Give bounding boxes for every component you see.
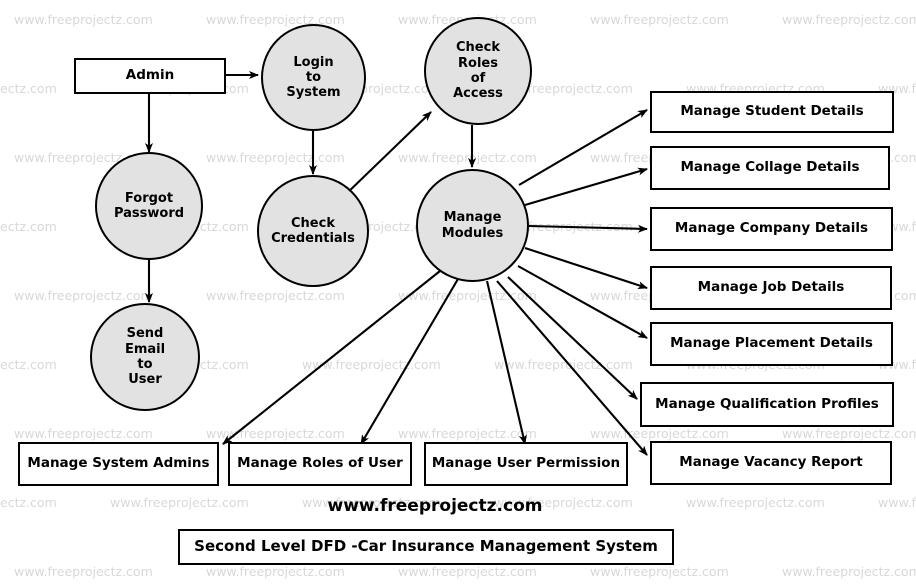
process-forgot-password-label: Forgot Password [114,191,184,222]
send-email-line-4: User [128,372,162,388]
check-roles-line-2: Roles [458,55,498,71]
datastore-manage-user-permission[interactable]: Manage User Permission [424,442,628,486]
edge-modules-to-company-details [528,224,648,233]
process-check-credentials-label: Check Credentials [271,216,355,247]
login-line-2: to [305,69,322,85]
datastore-manage-job-details[interactable]: Manage Job Details [650,266,892,310]
datastore-manage-company-details[interactable]: Manage Company Details [650,207,893,251]
datastore-label: Manage Placement Details [670,335,873,352]
forgot-password-line-2: Password [113,206,185,221]
manage-modules-line-2: Modules [441,225,504,241]
edge-modules-to-vacancy-report [496,280,648,456]
login-line-3: System [286,85,341,101]
send-email-line-2: Email [124,341,166,357]
check-credentials-line-2: Credentials [271,231,355,246]
datastore-manage-roles-of-user[interactable]: Manage Roles of User [228,442,412,486]
process-check-credentials[interactable]: Check Credentials [257,175,369,287]
edge-check-credentials-to-check-roles [343,111,432,197]
process-login-to-system[interactable]: Login to System [261,24,366,131]
diagram-title-box: Second Level DFD -Car Insurance Manageme… [178,529,674,565]
entity-admin-label: Admin [125,67,175,84]
datastore-manage-vacancy-report[interactable]: Manage Vacancy Report [650,441,892,485]
datastore-label: Manage Collage Details [680,159,860,176]
datastore-manage-system-admins[interactable]: Manage System Admins [18,442,219,486]
process-send-email-to-user[interactable]: Send Email to User [90,303,200,411]
process-check-roles-of-access[interactable]: Check Roles of Access [424,17,532,125]
process-manage-modules-label: Manage Modules [442,210,503,241]
check-roles-line-3: of [470,71,486,86]
datastore-manage-placement-details[interactable]: Manage Placement Details [650,322,893,366]
datastore-label: Manage Qualification Profiles [655,395,879,412]
edge-modules-to-collage-details [524,167,648,207]
datastore-manage-qualification-profiles[interactable]: Manage Qualification Profiles [640,382,894,427]
edge-modules-to-job-details [524,247,648,289]
check-credentials-line-1: Check [291,215,335,231]
process-forgot-password[interactable]: Forgot Password [95,152,203,260]
diagram-title-text: Second Level DFD -Car Insurance Manageme… [194,537,658,556]
datastore-label: Manage Job Details [697,279,845,296]
entity-admin[interactable]: Admin [74,58,226,94]
send-email-line-3: to [137,357,153,372]
datastore-manage-student-details[interactable]: Manage Student Details [650,91,894,133]
datastore-label: Manage Student Details [680,103,864,120]
edge-modules-to-system-admins [222,270,441,445]
datastore-manage-collage-details[interactable]: Manage Collage Details [650,146,890,190]
dfd-canvas: www.freeprojectz.com www.freeprojectz.com… [0,0,916,587]
login-line-1: Login [293,54,334,70]
process-check-roles-of-access-label: Check Roles of Access [453,40,503,101]
datastore-label: Manage Roles of User [237,455,403,472]
process-manage-modules[interactable]: Manage Modules [416,169,529,282]
send-email-line-1: Send [126,326,164,342]
datastore-label: Manage User Permission [431,455,621,472]
site-label-text: www.freeprojectz.com [327,495,543,516]
datastore-label: Manage Vacancy Report [679,454,863,471]
process-send-email-to-user-label: Send Email to User [125,326,165,387]
process-login-to-system-label: Login to System [286,55,340,101]
datastore-label: Manage System Admins [27,455,210,472]
check-roles-line-1: Check [456,40,500,56]
check-roles-line-4: Access [453,86,503,102]
site-label: www.freeprojectz.com [310,494,560,518]
manage-modules-line-1: Manage [443,210,502,226]
forgot-password-line-1: Forgot [124,190,174,206]
edge-modules-to-roles-of-user [360,278,459,445]
datastore-label: Manage Company Details [674,220,869,237]
